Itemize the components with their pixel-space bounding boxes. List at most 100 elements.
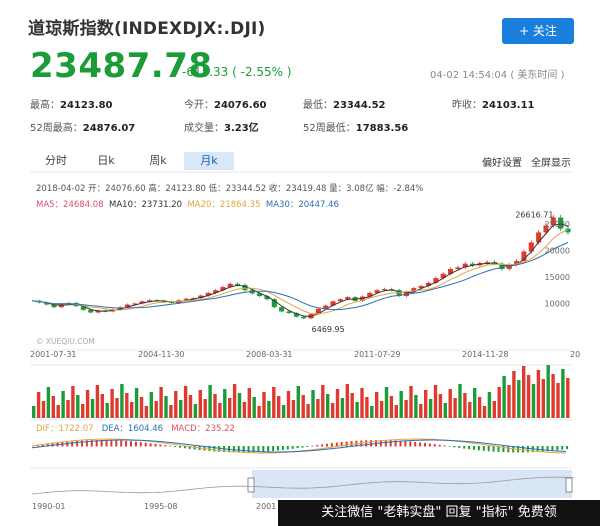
volume-bar — [531, 384, 536, 418]
volume-bar — [487, 392, 492, 418]
volume-bar — [556, 383, 560, 418]
volume-bar — [193, 404, 198, 418]
volume-bar — [482, 406, 487, 418]
volume-bar — [507, 385, 511, 418]
x-tick-label: 2001-07-31 — [30, 350, 77, 359]
candle — [235, 283, 241, 285]
volume-bar — [56, 405, 60, 418]
macd-bar — [213, 446, 216, 452]
volume-bar — [81, 404, 85, 418]
volume-bar — [438, 394, 443, 418]
volume-bar — [267, 401, 271, 418]
macd-bar — [448, 446, 451, 447]
macd-bar — [311, 445, 314, 447]
volume-bar — [242, 402, 247, 418]
macd-bar — [458, 446, 461, 448]
volume-bar — [566, 378, 570, 418]
volume-bar — [85, 390, 90, 418]
volume-bar — [330, 403, 335, 418]
volume-bar — [203, 399, 207, 418]
volume-bar — [375, 392, 379, 418]
macd-bar — [179, 446, 181, 448]
macd-bar — [389, 440, 392, 447]
kline-chart[interactable]: 25000 20000 15000 10000 26616.71 6469.95 2001-… — [0, 0, 600, 526]
macd-bar — [507, 446, 510, 453]
macd-bar — [404, 441, 407, 447]
volume-bar — [46, 387, 51, 418]
macd-bar — [463, 446, 466, 449]
macd-bar — [551, 446, 554, 451]
footer-banner: 关注微信 "老韩实盘" 回复 "指标" 免费领 — [278, 500, 600, 526]
volume-bar — [115, 398, 119, 418]
volume-bar — [335, 389, 340, 418]
volume-bar — [120, 384, 124, 418]
volume-bar — [174, 391, 178, 418]
volume-bar — [247, 388, 251, 418]
volume-bar — [541, 379, 545, 418]
navigator-left-handle[interactable] — [247, 477, 255, 493]
candle — [301, 316, 307, 319]
macd-bar — [433, 444, 436, 447]
macd-bar — [237, 446, 240, 453]
volume-bar — [262, 392, 266, 418]
volume-bar — [95, 385, 100, 418]
volume-bar — [321, 385, 325, 418]
macd-bar — [306, 446, 309, 447]
macd-bar — [120, 440, 123, 447]
ma-line-0 — [31, 223, 569, 317]
volume-bar — [257, 406, 261, 418]
volume-bar — [154, 401, 158, 418]
macd-bar — [262, 446, 265, 452]
volume-bar — [316, 399, 320, 418]
volume-bar — [281, 405, 286, 418]
volume-bar — [340, 398, 345, 418]
volume-bar — [350, 393, 354, 418]
macd-bar — [316, 445, 319, 447]
macd-bar — [443, 445, 446, 447]
volume-bar — [71, 386, 75, 418]
macd-bar — [281, 446, 284, 450]
volume-bar — [424, 390, 428, 418]
macd-bar — [105, 440, 108, 447]
macd-bar — [267, 446, 270, 452]
volume-bar — [433, 385, 438, 418]
macd-bar — [139, 442, 142, 447]
macd-bar — [110, 440, 113, 447]
volume-bar — [522, 366, 526, 418]
macd-bar — [242, 446, 245, 453]
macd-bar — [487, 446, 490, 452]
y-tick-label: 10000 — [545, 299, 570, 308]
volume-bar — [223, 389, 227, 418]
navigator-selection[interactable] — [252, 470, 572, 498]
macd-bar — [149, 443, 152, 447]
macd-bar — [174, 446, 177, 447]
volume-bar — [453, 398, 457, 418]
volume-bar — [468, 402, 472, 418]
ma-line-2 — [31, 242, 569, 311]
macd-bar — [144, 442, 147, 447]
macd-bar — [286, 446, 289, 450]
volume-bar — [546, 365, 550, 418]
volume-bar — [272, 387, 276, 418]
volume-bar — [301, 395, 305, 418]
macd-bar — [526, 446, 529, 453]
macd-bar — [71, 441, 74, 447]
macd-bar — [453, 446, 456, 448]
volume-bar — [213, 394, 217, 418]
volume-bar — [345, 384, 349, 418]
macd-bar — [365, 440, 368, 447]
macd-bar — [384, 440, 387, 447]
volume-bar — [125, 393, 129, 418]
volume-bar — [536, 370, 541, 418]
macd-bar — [164, 445, 167, 447]
macd-bar — [566, 446, 569, 450]
volume-bar — [110, 389, 114, 418]
volume-bar — [169, 405, 173, 418]
volume-bar — [360, 388, 364, 418]
volume-bar — [399, 391, 403, 418]
navigator-right-handle[interactable] — [565, 477, 573, 493]
volume-bar — [144, 406, 149, 418]
volume-bar — [218, 403, 222, 418]
volume-bar — [66, 400, 70, 418]
macd-bar — [76, 440, 79, 447]
